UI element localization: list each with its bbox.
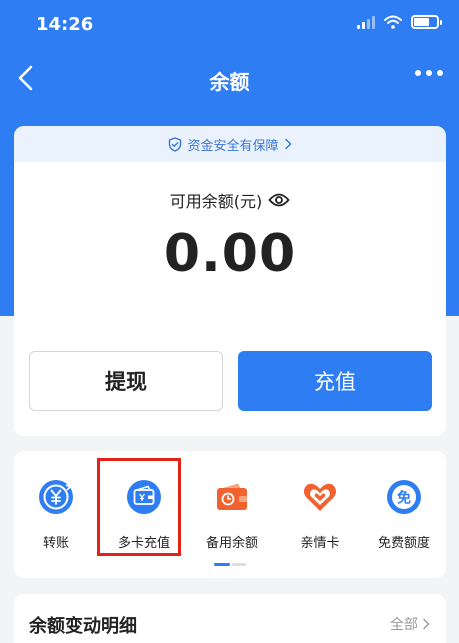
details-title: 余额变动明细: [29, 616, 137, 637]
carousel-page-indicator: [214, 563, 246, 566]
balance-details-card: 余额变动明细 全部: [14, 594, 446, 643]
recharge-button[interactable]: 充值: [238, 351, 432, 411]
shield-check-icon: [169, 136, 182, 152]
heart-card-icon: [303, 483, 337, 511]
balance-card: 资金安全有保障 可用余额(元) 0.00 提现 充值: [14, 126, 446, 436]
eye-icon[interactable]: [268, 192, 290, 208]
navigation-bar: 余额: [0, 56, 459, 100]
balance-label-row: 可用余额(元): [14, 188, 446, 212]
wifi-icon: [384, 15, 402, 29]
quick-action-label: 转账: [42, 536, 69, 551]
withdraw-button[interactable]: 提现: [29, 351, 223, 411]
quick-action-family-card[interactable]: 亲情卡: [278, 477, 362, 551]
quick-action-label: 亲情卡: [300, 536, 340, 551]
more-options-icon[interactable]: [415, 70, 443, 76]
chevron-right-icon: [423, 618, 430, 630]
quick-action-label: 备用余额: [205, 536, 258, 551]
status-bar: 14:26: [0, 0, 459, 50]
details-filter-button[interactable]: 全部: [390, 614, 430, 634]
details-filter-label: 全部: [390, 617, 418, 633]
quick-action-free-quota[interactable]: 免 免费额度: [362, 477, 446, 551]
battery-icon: [411, 15, 442, 29]
security-guarantee-link[interactable]: 资金安全有保障: [14, 126, 446, 162]
balance-label: 可用余额(元): [169, 192, 263, 211]
balance-amount: 0.00: [163, 224, 297, 284]
status-icons: [357, 15, 442, 29]
quick-action-label: 免费额度: [377, 536, 430, 551]
yuan-transfer-icon: [39, 480, 73, 514]
security-text: 资金安全有保障: [187, 138, 279, 154]
svg-text:免: 免: [397, 490, 411, 507]
chevron-right-icon: [284, 138, 291, 150]
signal-icon: [357, 15, 375, 29]
quick-actions-card: 转账 多卡充值 备用余额 亲情卡 免 免费额度: [14, 451, 446, 578]
status-time: 14:26: [36, 14, 94, 35]
quick-action-spare-balance[interactable]: 备用余额: [190, 477, 274, 551]
page-title: 余额: [209, 70, 250, 94]
quick-action-transfer[interactable]: 转账: [14, 477, 98, 551]
spare-wallet-icon: [217, 483, 247, 510]
free-quota-icon: 免: [387, 480, 421, 514]
highlight-annotation-box: [97, 458, 181, 556]
